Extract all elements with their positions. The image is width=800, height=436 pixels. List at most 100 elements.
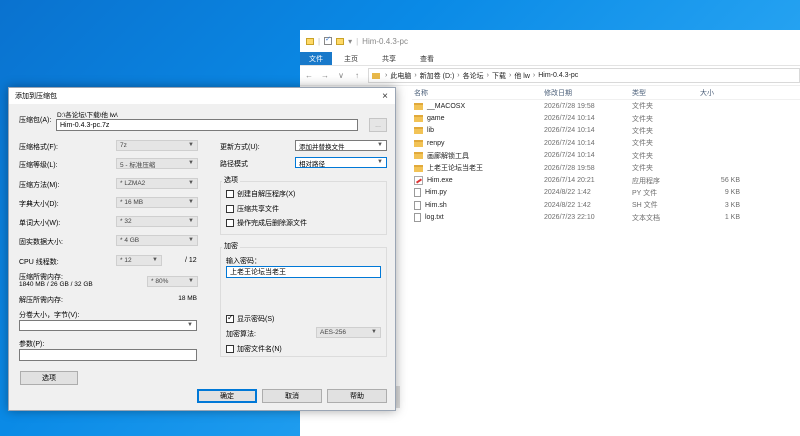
- breadcrumb-item[interactable]: 此电脑: [390, 71, 411, 81]
- decompress-memory-label: 解压所需内存:: [19, 297, 63, 304]
- scrollbar[interactable]: [396, 386, 400, 408]
- cancel-button[interactable]: 取消: [262, 389, 322, 403]
- breadcrumb-item[interactable]: 下载: [492, 71, 506, 81]
- level-select[interactable]: 5 - 标准压缩 ▼: [116, 158, 198, 169]
- format-label: 压缩格式(F):: [19, 144, 58, 151]
- file-name-cell: renpy: [412, 139, 544, 147]
- file-type: SH 文件: [632, 202, 658, 210]
- file-date: 2026/7/28 19:58: [544, 102, 595, 110]
- create-sfx-checkbox[interactable]: 创建自解压程序(X): [226, 189, 295, 199]
- folder-icon: [306, 37, 314, 45]
- file-name: __MACOSX: [427, 102, 466, 110]
- breadcrumb-item[interactable]: 新加卷 (D:): [420, 71, 455, 81]
- encrypt-names-checkbox[interactable]: 加密文件名(N): [226, 344, 282, 354]
- file-row[interactable]: 画廊解锁工具 2026/7/24 10:14 文件夹: [412, 150, 800, 162]
- up-arrow-icon[interactable]: ↑: [352, 71, 362, 80]
- file-name-cell: game: [412, 115, 544, 123]
- chevron-down-icon: ▼: [188, 142, 194, 148]
- file-date: 2026/7/23 22:10: [544, 214, 595, 222]
- folder-icon: [414, 164, 423, 172]
- breadcrumb-separator: ›: [385, 72, 388, 79]
- file-row[interactable]: Him.sh 2024/8/22 1:42 SH 文件 3 KB: [412, 199, 800, 211]
- encryption-method-value: AES-256: [320, 329, 347, 336]
- path-mode-select[interactable]: 相对路径 ▼: [295, 157, 387, 168]
- file-date: 2026/7/24 10:14: [544, 127, 595, 135]
- solid-block-value: * 4 GB: [120, 237, 140, 244]
- format-select[interactable]: 7z ▼: [116, 140, 198, 151]
- parameters-input[interactable]: [19, 349, 197, 361]
- shared-files-checkbox[interactable]: 压缩共享文件: [226, 204, 279, 214]
- chevron-down-icon: ▼: [371, 329, 377, 335]
- dialog-titlebar: 添加到压缩包 ×: [9, 88, 395, 104]
- archive-name-input[interactable]: Him-0.4.3-pc.7z: [56, 119, 358, 131]
- breadcrumb[interactable]: › 此电脑 › 新加卷 (D:) › 各论坛 › 下载 › 他 lw › Him…: [368, 68, 800, 83]
- options-button[interactable]: 选项: [20, 371, 78, 385]
- column-type[interactable]: 类型: [632, 88, 700, 98]
- tab-view[interactable]: 查看: [408, 52, 446, 65]
- forward-arrow-icon[interactable]: →: [320, 71, 330, 80]
- split-size-select[interactable]: ▼: [19, 320, 197, 331]
- column-name[interactable]: 名称: [412, 88, 544, 98]
- dictionary-value: * 16 MB: [120, 199, 144, 206]
- close-icon[interactable]: ×: [375, 91, 395, 102]
- breadcrumb-item[interactable]: 他 lw: [514, 71, 530, 81]
- file-row[interactable]: game 2026/7/24 10:14 文件夹: [412, 112, 800, 124]
- file-row[interactable]: 上老王论坛当老王 2026/7/28 19:58 文件夹: [412, 162, 800, 174]
- file-row[interactable]: log.txt 2026/7/23 22:10 文本文档 1 KB: [412, 212, 800, 224]
- checkbox-box: [226, 313, 234, 323]
- checkbox-box: [226, 219, 234, 227]
- shared-files-label: 压缩共享文件: [237, 206, 279, 213]
- file-name-cell: Him.exe: [412, 176, 544, 186]
- memory-percent-select[interactable]: * 80% ▼: [147, 276, 198, 287]
- encryption-method-select[interactable]: AES-256 ▼: [316, 327, 381, 338]
- file-row[interactable]: Him.exe 2026/7/14 20:21 应用程序 56 KB: [412, 174, 800, 186]
- file-name: Him.exe: [427, 177, 453, 185]
- checkbox-box: [226, 205, 234, 213]
- word-size-value: * 32: [120, 218, 132, 225]
- chevron-down-icon[interactable]: ▾: [348, 37, 352, 46]
- chevron-down-icon: ▼: [187, 322, 193, 328]
- new-folder-icon[interactable]: [336, 37, 345, 45]
- breadcrumb-item[interactable]: Him-0.4.3-pc: [538, 72, 578, 79]
- qa-separator: |: [318, 36, 321, 46]
- file-row[interactable]: __MACOSX 2026/7/28 19:58 文件夹: [412, 100, 800, 112]
- dictionary-select[interactable]: * 16 MB ▼: [116, 197, 198, 208]
- file-row[interactable]: lib 2026/7/24 10:14 文件夹: [412, 125, 800, 137]
- chevron-down-icon: ▼: [377, 142, 383, 148]
- folder-icon: [414, 139, 423, 147]
- file-type: 文件夹: [632, 152, 653, 160]
- file-row[interactable]: Him.py 2024/8/22 1:42 PY 文件 9 KB: [412, 187, 800, 199]
- tab-share[interactable]: 共享: [370, 52, 408, 65]
- file-type: 文件夹: [632, 115, 653, 123]
- ok-button[interactable]: 确定: [197, 389, 257, 403]
- tab-home[interactable]: 主页: [332, 52, 370, 65]
- folder-icon: [414, 127, 423, 135]
- solid-block-select[interactable]: * 4 GB ▼: [116, 235, 198, 246]
- tab-file[interactable]: 文件: [300, 52, 332, 65]
- column-date[interactable]: 修改日期: [544, 88, 632, 98]
- dialog-title: 添加到压缩包: [15, 93, 57, 100]
- back-arrow-icon[interactable]: ←: [304, 71, 314, 80]
- method-select[interactable]: * LZMA2 ▼: [116, 178, 198, 189]
- file-row[interactable]: renpy 2026/7/24 10:14 文件夹: [412, 137, 800, 149]
- cpu-threads-select[interactable]: * 12 ▼: [116, 255, 162, 266]
- delete-after-checkbox[interactable]: 操作完成后删除源文件: [226, 218, 307, 228]
- recent-chevron-icon[interactable]: ∨: [336, 71, 346, 80]
- browse-button[interactable]: ...: [369, 118, 387, 132]
- column-size[interactable]: 大小: [700, 88, 762, 98]
- window-title: Him-0.4.3-pc: [362, 36, 408, 46]
- help-button[interactable]: 帮助: [327, 389, 387, 403]
- file-name-cell: 画廊解锁工具: [412, 151, 544, 161]
- breadcrumb-separator: ›: [508, 72, 512, 79]
- update-mode-select[interactable]: 添加并替换文件 ▼: [295, 140, 387, 151]
- breadcrumb-separator: ›: [486, 72, 489, 79]
- split-size-label: 分卷大小，字节(V):: [19, 312, 80, 319]
- checkbox-box: [226, 345, 234, 353]
- chevron-down-icon: ▼: [188, 180, 194, 186]
- word-size-select[interactable]: * 32 ▼: [116, 216, 198, 227]
- breadcrumb-item[interactable]: 各论坛: [463, 71, 484, 81]
- show-password-checkbox[interactable]: 显示密码(S): [226, 313, 274, 324]
- password-input[interactable]: 上老王论坛当老王: [226, 266, 381, 278]
- properties-icon[interactable]: [324, 35, 333, 45]
- options-group-label: 选项: [222, 175, 240, 185]
